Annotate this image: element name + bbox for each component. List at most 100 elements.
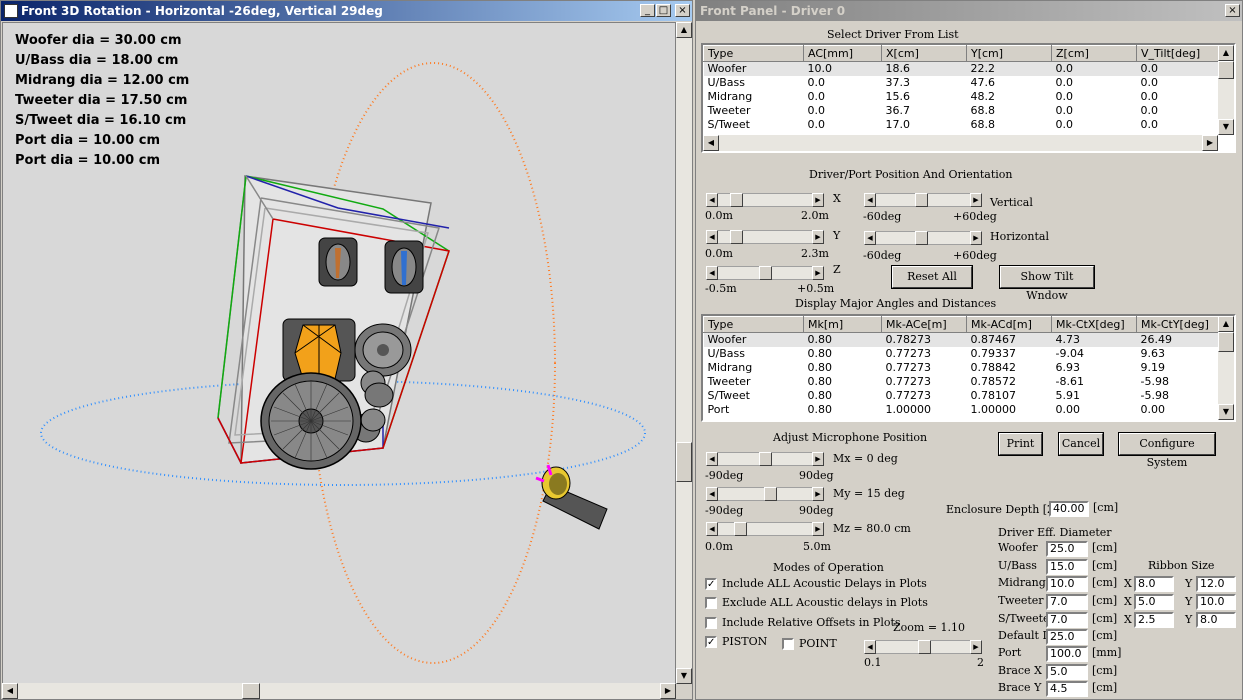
column-header[interactable]: Mk-ACd[m] xyxy=(966,316,1052,333)
column-header[interactable]: Mk-ACe[m] xyxy=(881,316,967,333)
ribbon-y-input[interactable]: 8.0 xyxy=(1196,612,1236,628)
scroll-up-button[interactable]: ▲ xyxy=(1218,45,1234,61)
table-vertical-scrollbar[interactable]: ▲ ▼ xyxy=(1218,45,1234,135)
ribbon-x-input[interactable]: 2.5 xyxy=(1134,612,1174,628)
canvas-horizontal-scrollbar[interactable]: ◀ ▶ xyxy=(2,683,676,699)
column-header[interactable]: Z[cm] xyxy=(1051,45,1137,62)
x-max-label: 2.0m xyxy=(801,209,829,222)
ubass-diameter-input[interactable]: 15.0 xyxy=(1046,559,1088,575)
y-position-slider[interactable]: ◀ ▶ xyxy=(706,230,824,244)
midrange-diameter-input[interactable]: 10.0 xyxy=(1046,576,1088,592)
table-row[interactable]: S/Tweet 0.0 17.0 68.8 0.0 0.0 xyxy=(704,118,1221,132)
table-row[interactable]: Woofer 0.80 0.78273 0.87467 4.73 26.49 xyxy=(703,332,1221,347)
z-max-label: +0.5m xyxy=(797,282,835,295)
table-row[interactable]: Tweeter 0.0 36.7 68.8 0.0 0.0 xyxy=(704,104,1221,118)
column-header[interactable]: V_Tilt[deg] xyxy=(1136,45,1221,62)
scroll-down-button[interactable]: ▼ xyxy=(1218,404,1234,420)
tweeter-diameter-input[interactable]: 7.0 xyxy=(1046,594,1088,610)
woofer-diameter-input[interactable]: 25.0 xyxy=(1046,541,1088,557)
column-header[interactable]: Mk-CtY[deg] xyxy=(1136,316,1221,333)
ribbon-size-heading: Ribbon Size xyxy=(1148,559,1215,572)
table-row[interactable]: Port 0.80 1.00000 1.00000 0.00 0.00 xyxy=(704,403,1221,417)
ribbon-y-input[interactable]: 10.0 xyxy=(1196,594,1236,610)
show-tilt-window-button[interactable]: Show Tilt Wndow xyxy=(999,265,1095,302)
table-row[interactable]: U/Bass 0.80 0.77273 0.79337 -9.04 9.63 xyxy=(704,347,1221,361)
mic-z-slider[interactable]: ◀ ▶ xyxy=(706,522,824,536)
position-heading: Driver/Port Position And Orientation xyxy=(809,168,1013,181)
scroll-right-button[interactable]: ▶ xyxy=(1202,135,1218,151)
scroll-left-button[interactable]: ◀ xyxy=(703,135,719,151)
table-cell: 0.0 xyxy=(1055,76,1074,89)
3d-canvas[interactable]: Woofer dia = 30.00 cm U/Bass dia = 18.00… xyxy=(2,22,676,684)
x-position-slider[interactable]: ◀ ▶ xyxy=(706,193,824,207)
column-header[interactable]: X[cm] xyxy=(881,45,967,62)
table-row[interactable]: Tweeter 0.80 0.77273 0.78572 -8.61 -5.98 xyxy=(704,375,1221,389)
column-header[interactable]: Type xyxy=(703,45,804,62)
include-all-delays-label: Include ALL Acoustic Delays in Plots xyxy=(722,577,927,590)
scroll-down-button[interactable]: ▼ xyxy=(676,668,692,684)
minimize-button[interactable]: _ xyxy=(640,4,655,17)
piston-checkbox[interactable]: ✓ xyxy=(705,636,717,648)
close-button[interactable]: × xyxy=(1225,4,1240,17)
table-cell: 37.3 xyxy=(885,76,911,89)
configure-system-button[interactable]: Configure System xyxy=(1118,432,1216,469)
scroll-left-button[interactable]: ◀ xyxy=(2,683,18,699)
table-row[interactable]: S/Tweet 0.80 0.77273 0.78107 5.91 -5.98 xyxy=(704,389,1221,403)
mic-y-slider[interactable]: ◀ ▶ xyxy=(706,487,824,501)
mic-x-max: 90deg xyxy=(799,469,834,482)
angles-table[interactable]: Type Mk[m] Mk-ACe[m] Mk-ACd[m] Mk-CtX[de… xyxy=(701,314,1236,422)
reset-all-button[interactable]: Reset All xyxy=(891,265,973,289)
maximize-button[interactable]: □ xyxy=(656,4,671,17)
scroll-thumb[interactable] xyxy=(1218,61,1234,79)
cancel-button[interactable]: Cancel xyxy=(1058,432,1104,456)
include-relative-offsets-label: Include Relative Offsets in Plots xyxy=(722,616,901,629)
column-header[interactable]: Mk[m] xyxy=(803,316,882,333)
front-panel-titlebar[interactable]: Front Panel - Driver 0 xyxy=(696,1,1242,21)
table-row[interactable]: Midrang 0.80 0.77273 0.78842 6.93 9.19 xyxy=(704,361,1221,375)
column-header[interactable]: Type xyxy=(703,316,804,333)
include-relative-offsets-checkbox[interactable] xyxy=(705,617,717,629)
ribbon-x-input[interactable]: 8.0 xyxy=(1134,576,1174,592)
column-header[interactable]: Y[cm] xyxy=(966,45,1052,62)
exclude-all-delays-checkbox[interactable] xyxy=(705,597,717,609)
scroll-thumb[interactable] xyxy=(242,683,260,699)
include-all-delays-checkbox[interactable]: ✓ xyxy=(705,578,717,590)
zoom-slider[interactable]: ◀ ▶ xyxy=(864,640,982,654)
horizontal-tilt-slider[interactable]: ◀ ▶ xyxy=(864,231,982,245)
table-row[interactable]: Woofer 10.0 18.6 22.2 0.0 0.0 xyxy=(703,61,1221,76)
table-cell: 0.80 xyxy=(807,375,833,388)
enclosure-depth-input[interactable]: 40.00 xyxy=(1049,501,1089,517)
scroll-up-button[interactable]: ▲ xyxy=(676,22,692,38)
y-label: Y xyxy=(833,229,841,242)
stweeter-diameter-input[interactable]: 7.0 xyxy=(1046,612,1088,628)
eff-diam-unit: [cm] xyxy=(1092,664,1118,677)
close-button[interactable]: × xyxy=(675,4,690,17)
scroll-right-button[interactable]: ▶ xyxy=(660,683,676,699)
column-header[interactable]: AC[mm] xyxy=(803,45,882,62)
scroll-up-button[interactable]: ▲ xyxy=(1218,316,1234,332)
print-button[interactable]: Print xyxy=(998,432,1043,456)
brace-x-input[interactable]: 5.0 xyxy=(1046,664,1088,680)
vertical-tilt-slider[interactable]: ◀ ▶ xyxy=(864,193,982,207)
column-header[interactable]: Mk-CtX[deg] xyxy=(1051,316,1137,333)
mic-x-slider[interactable]: ◀ ▶ xyxy=(706,452,824,466)
default-diameter-input[interactable]: 25.0 xyxy=(1046,629,1088,645)
scroll-thumb[interactable] xyxy=(1218,332,1234,352)
scroll-down-button[interactable]: ▼ xyxy=(1218,119,1234,135)
z-label: Z xyxy=(833,263,841,276)
table-horizontal-scrollbar[interactable]: ◀ ▶ xyxy=(703,135,1218,151)
canvas-vertical-scrollbar[interactable]: ▲ ▼ xyxy=(676,22,692,684)
table-vertical-scrollbar[interactable]: ▲ ▼ xyxy=(1218,316,1234,420)
scroll-thumb[interactable] xyxy=(676,442,692,482)
rotation-window-titlebar[interactable]: Front 3D Rotation - Horizontal -26deg, V… xyxy=(1,1,692,21)
table-row[interactable]: U/Bass 0.0 37.3 47.6 0.0 0.0 xyxy=(704,76,1221,90)
eff-diam-unit: [cm] xyxy=(1092,612,1118,625)
table-row[interactable]: Midrang 0.0 15.6 48.2 0.0 0.0 xyxy=(704,90,1221,104)
point-checkbox[interactable] xyxy=(782,638,794,650)
ribbon-x-input[interactable]: 5.0 xyxy=(1134,594,1174,610)
ribbon-y-input[interactable]: 12.0 xyxy=(1196,576,1236,592)
brace-y-input[interactable]: 4.5 xyxy=(1046,681,1088,697)
port-diameter-input[interactable]: 100.0 xyxy=(1046,646,1088,662)
z-position-slider[interactable]: ◀ ▶ xyxy=(706,266,824,280)
driver-list-table[interactable]: Type AC[mm] X[cm] Y[cm] Z[cm] V_Tilt[deg… xyxy=(701,43,1236,153)
